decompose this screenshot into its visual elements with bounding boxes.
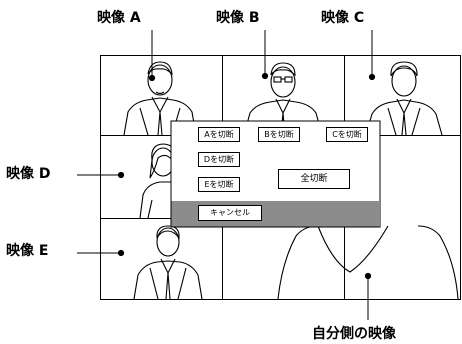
participant-e-figure <box>133 225 203 300</box>
cancel-button[interactable]: キャンセル <box>198 205 262 221</box>
disconnect-b-button[interactable]: Bを切断 <box>258 127 300 142</box>
callout-video-c: 映像 C <box>321 10 365 26</box>
disconnect-all-button[interactable]: 全切断 <box>278 169 350 189</box>
callout-video-d: 映像 D <box>6 166 51 182</box>
callout-video-b: 映像 B <box>216 10 260 26</box>
disconnect-e-button[interactable]: Eを切断 <box>198 177 240 192</box>
callout-video-a: 映像 A <box>97 10 141 26</box>
callout-self-view: 自分側の映像 <box>312 326 396 342</box>
disconnect-a-button[interactable]: Aを切断 <box>198 127 240 142</box>
disconnect-d-button[interactable]: Dを切断 <box>198 152 240 167</box>
disconnect-c-button[interactable]: Cを切断 <box>326 127 368 142</box>
callout-video-e: 映像 E <box>6 243 49 259</box>
disconnect-dialog: Aを切断 Bを切断 Cを切断 Dを切断 Eを切断 全切断 キャンセル <box>171 121 380 227</box>
